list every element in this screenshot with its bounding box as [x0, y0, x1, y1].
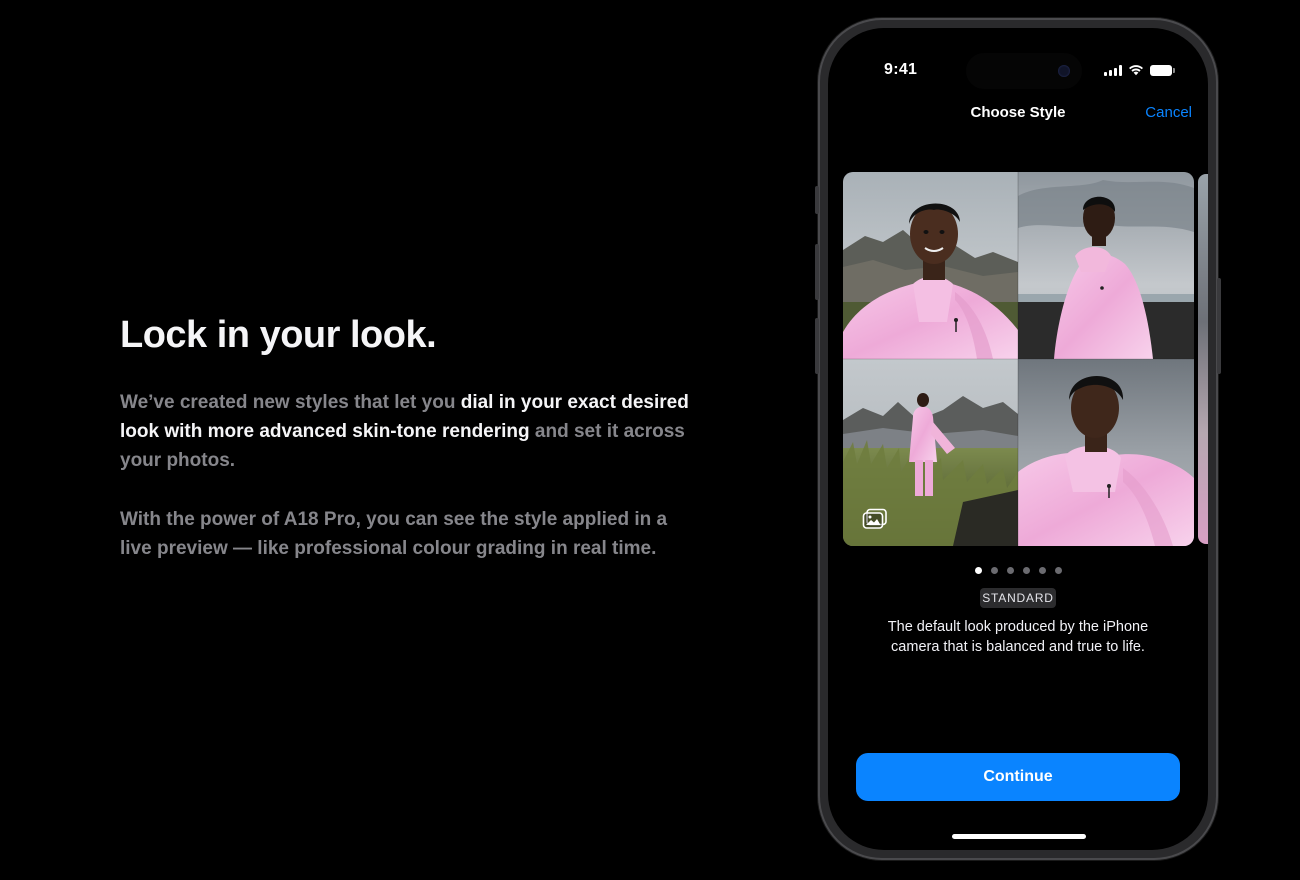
home-indicator[interactable] — [952, 834, 1086, 839]
phone-screen: 9:41 Choose Style Cancel STANDARD The de… — [828, 28, 1208, 850]
wifi-icon — [1129, 65, 1143, 76]
description-text: We’ve created new styles that let you — [120, 392, 461, 413]
cancel-button[interactable]: Cancel — [1145, 104, 1192, 121]
pagination-dot-3[interactable] — [1006, 567, 1014, 574]
stage: Lock in your look. We’ve created new sty… — [0, 0, 1300, 880]
side-button — [1217, 278, 1221, 374]
status-time: 9:41 — [884, 61, 918, 78]
marketing-copy: Lock in your look. We’ve created new sty… — [120, 312, 690, 563]
headline: Lock in your look. — [120, 314, 437, 356]
pagination-dot-5[interactable] — [1038, 567, 1046, 574]
camera-lens-icon — [1058, 65, 1070, 77]
pagination-dot-1[interactable] — [974, 567, 982, 574]
description-paragraph-1: We’ve created new styles that let you di… — [120, 388, 690, 475]
dynamic-island — [966, 53, 1082, 89]
photo-gallery-icon[interactable] — [862, 508, 888, 530]
action-button — [815, 186, 819, 214]
next-style-preview[interactable] — [1198, 174, 1208, 544]
photo-tile-1 — [843, 172, 1018, 359]
photo-tile-2 — [1018, 172, 1194, 359]
description-paragraph-2: With the power of A18 Pro, you can see t… — [120, 509, 668, 559]
photo-grid — [843, 172, 1194, 546]
volume-up-button — [815, 244, 819, 300]
style-pagination — [828, 567, 1208, 574]
pagination-dot-4[interactable] — [1022, 567, 1030, 574]
battery-icon — [1150, 64, 1175, 76]
style-name-badge: STANDARD — [980, 588, 1056, 608]
pagination-dot-6[interactable] — [1054, 567, 1062, 574]
style-description: The default look produced by the iPhone … — [887, 619, 1149, 655]
continue-button[interactable]: Continue — [856, 753, 1180, 801]
style-preview-card[interactable] — [843, 172, 1194, 546]
status-icons — [1104, 64, 1175, 76]
pagination-dot-2[interactable] — [990, 567, 998, 574]
cellular-signal-icon — [1104, 64, 1122, 76]
volume-down-button — [815, 318, 819, 374]
iphone-frame: 9:41 Choose Style Cancel STANDARD The de… — [815, 18, 1221, 860]
photo-tile-4 — [1018, 359, 1194, 546]
